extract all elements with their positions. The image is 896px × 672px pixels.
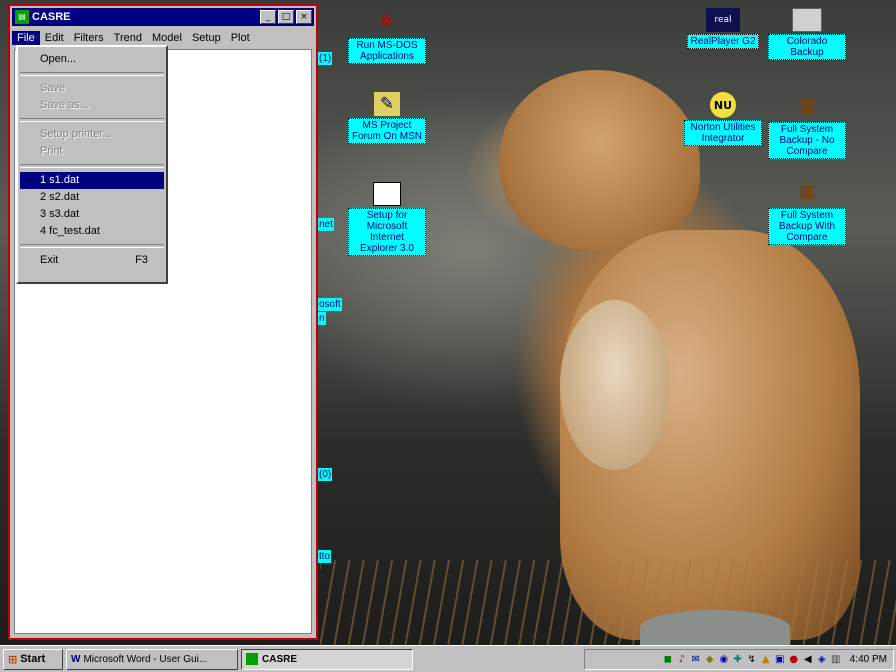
partial-label[interactable]: (0): [318, 468, 333, 481]
desktop-icon-backup-nocompare[interactable]: ▦ Full System Backup - No Compare: [768, 92, 846, 159]
backup-icon: ▦: [798, 182, 816, 202]
word-icon: W: [71, 653, 81, 665]
system-tray: ◼ ♪ ✉ ◆ ◉ ✚ ↯ ▲ ▣ ● ◀ ◈ ▥ 4:40 PM: [584, 649, 894, 670]
icon-label: Setup for Microsoft Internet Explorer 3.…: [348, 208, 426, 256]
backup-icon: ▦: [798, 96, 816, 116]
msn-icon: ✎: [374, 92, 400, 116]
menu-item-open[interactable]: Open...: [18, 51, 166, 68]
tray-icon[interactable]: ✉: [690, 654, 702, 666]
tray-icon[interactable]: ◆: [704, 654, 716, 666]
tray-icon[interactable]: ↯: [746, 654, 758, 666]
tray-icon[interactable]: ▲: [760, 654, 772, 666]
menu-item-setup-printer: Setup printer...: [40, 128, 112, 140]
tape-drive-icon: [792, 8, 822, 32]
desktop-icon-backup-compare[interactable]: ▦ Full System Backup With Compare: [768, 178, 846, 245]
menu-item-exit[interactable]: Exit F3: [18, 252, 166, 269]
partial-label[interactable]: osoft: [318, 298, 342, 311]
icon-label: MS Project Forum On MSN: [348, 118, 426, 144]
tray-icon[interactable]: ◈: [816, 654, 828, 666]
title-bar[interactable]: ▤ CASRE _ □ ×: [12, 8, 314, 26]
tray-icon[interactable]: ◼: [662, 654, 674, 666]
casre-app-icon[interactable]: ▤: [15, 10, 29, 24]
taskbar-word-button[interactable]: W Microsoft Word - User Gui...: [66, 648, 238, 670]
menu-item-save-as: Save as...: [40, 99, 89, 111]
partial-label[interactable]: net: [318, 218, 334, 231]
menu-plot[interactable]: Plot: [226, 31, 255, 45]
icon-label: Run MS-DOS Applications: [348, 38, 426, 64]
taskbar-casre-button[interactable]: CASRE: [241, 648, 413, 670]
menu-separator: [20, 118, 164, 122]
desktop-icon-colorado[interactable]: Colorado Backup: [768, 8, 846, 60]
exit-shortcut: F3: [135, 254, 148, 266]
menu-trend[interactable]: Trend: [109, 31, 147, 45]
file-dropdown-menu: Open... Save Save as... Setup printer...…: [16, 45, 168, 284]
menu-item-save: Save: [40, 82, 66, 94]
tray-icon[interactable]: ✚: [732, 654, 744, 666]
windows-logo-icon: ⊞: [8, 652, 18, 666]
setup-window-icon: [373, 182, 401, 206]
cougar-head: [500, 70, 700, 250]
msdos-icon: ✲: [379, 12, 395, 32]
icon-label: Colorado Backup: [768, 34, 846, 60]
maximize-button[interactable]: □: [278, 10, 294, 24]
menu-item-recent-2[interactable]: 2 s2.dat: [18, 189, 166, 206]
cougar-chest: [560, 300, 670, 470]
speaker-icon[interactable]: ◀: [802, 654, 814, 666]
realplayer-icon: real: [706, 8, 740, 32]
casre-task-label: CASRE: [262, 653, 298, 665]
partial-label[interactable]: tto: [318, 550, 332, 563]
partial-label[interactable]: n: [318, 312, 326, 325]
menu-setup[interactable]: Setup: [187, 31, 226, 45]
icon-label: RealPlayer G2: [687, 34, 759, 49]
partial-label[interactable]: (1): [318, 52, 333, 65]
tray-icon[interactable]: ●: [788, 654, 800, 666]
icon-label: Full System Backup - No Compare: [768, 122, 846, 159]
icon-label: Full System Backup With Compare: [768, 208, 846, 245]
menu-item-print: Print: [40, 145, 63, 157]
desktop-icon-msproject[interactable]: ✎ MS Project Forum On MSN: [348, 92, 426, 144]
exit-label: Exit: [40, 254, 59, 266]
menu-separator: [20, 72, 164, 76]
menu-item-recent-1[interactable]: 1 s1.dat: [20, 172, 164, 189]
start-button[interactable]: ⊞ Start: [3, 648, 63, 670]
tray-icon[interactable]: ♪: [676, 654, 688, 666]
word-task-label: Microsoft Word - User Gui...: [83, 653, 208, 665]
menu-model[interactable]: Model: [147, 31, 187, 45]
casre-app-icon: [246, 653, 258, 665]
norton-icon: NU: [710, 92, 736, 118]
tray-icon[interactable]: ◉: [718, 654, 730, 666]
desktop-icon-msdos[interactable]: ✲ Run MS-DOS Applications: [348, 8, 426, 64]
rock: [640, 610, 790, 645]
menu-edit[interactable]: Edit: [40, 31, 69, 45]
desktop-icon-norton[interactable]: NU Norton Utilities Integrator: [684, 92, 762, 146]
icon-label: Norton Utilities Integrator: [684, 120, 762, 146]
grass: [320, 560, 896, 645]
tray-icon[interactable]: ▣: [774, 654, 786, 666]
menu-separator: [20, 164, 164, 168]
menu-item-recent-4[interactable]: 4 fc_test.dat: [18, 223, 166, 240]
desktop-icon-ie-setup[interactable]: Setup for Microsoft Internet Explorer 3.…: [348, 182, 426, 256]
menu-filters[interactable]: Filters: [69, 31, 109, 45]
desktop-icon-realplayer[interactable]: real RealPlayer G2: [684, 8, 762, 49]
tray-icon[interactable]: ▥: [830, 654, 842, 666]
taskbar: ⊞ Start W Microsoft Word - User Gui... C…: [0, 645, 896, 672]
menu-item-recent-3[interactable]: 3 s3.dat: [18, 206, 166, 223]
menu-file[interactable]: File: [12, 30, 40, 45]
window-title: CASRE: [32, 11, 71, 23]
minimize-button[interactable]: _: [260, 10, 276, 24]
start-label: Start: [20, 653, 46, 665]
clock[interactable]: 4:40 PM: [850, 654, 887, 665]
menu-separator: [20, 244, 164, 248]
close-button[interactable]: ×: [296, 10, 312, 24]
